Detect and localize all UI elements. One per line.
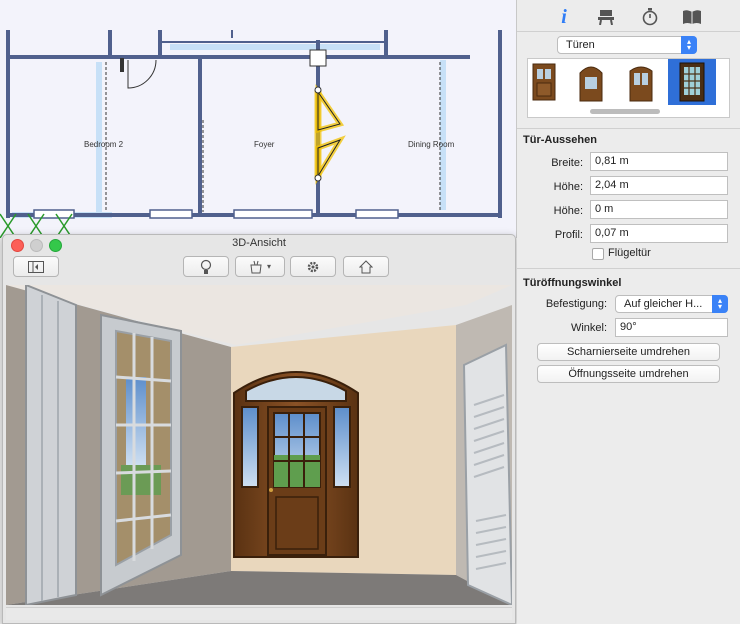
light-button[interactable] [183, 256, 229, 277]
chair-icon [598, 10, 614, 25]
tab-furniture[interactable] [595, 6, 617, 28]
tab-info[interactable]: i [553, 6, 575, 28]
furniture-menu-button[interactable]: ▾ [235, 256, 285, 277]
elevation-field[interactable]: 0 m [590, 200, 728, 219]
room-label-foyer[interactable]: Foyer [254, 140, 274, 149]
mount-select-value: Auf gleicher H... [624, 298, 703, 310]
flip-hinge-button[interactable]: Scharnierseite umdrehen [537, 343, 720, 361]
chevron-down-icon: ▾ [266, 262, 271, 271]
floor-plan-view[interactable]: Bedroom 2 Foyer Dining Room [0, 0, 517, 238]
info-icon: i [561, 5, 567, 28]
home-icon [359, 259, 373, 273]
door-thumbnail-2[interactable] [579, 66, 603, 102]
door-thumbnail-4[interactable] [668, 59, 716, 105]
3d-scene[interactable] [6, 285, 512, 605]
angle-field[interactable]: 90° [615, 318, 728, 337]
double-door-label: Flügeltür [608, 247, 651, 259]
door-thumbnail-3[interactable] [629, 66, 653, 102]
gear-icon [307, 261, 319, 272]
select-arrows-icon: ▴ ▾ [712, 295, 728, 313]
room-label-bedroom[interactable]: Bedroom 2 [84, 140, 123, 149]
category-select-value: Türen [566, 39, 595, 51]
sidebar-toggle-button[interactable] [13, 256, 59, 277]
3d-view-window: 3D-Ansicht ▾ [2, 234, 516, 624]
width-label: Breite: [551, 157, 583, 169]
select-arrows-icon: ▴ ▾ [681, 36, 697, 54]
furniture-basket-icon [250, 260, 262, 273]
door-thumbnail-strip[interactable] [527, 58, 730, 118]
door-thumbnail-1[interactable] [532, 63, 556, 101]
double-door-checkbox[interactable] [592, 248, 604, 260]
flip-opening-button[interactable]: Öffnungsseite umdrehen [537, 365, 720, 383]
width-field[interactable]: 0,81 m [590, 152, 728, 171]
room-label-dining[interactable]: Dining Room [408, 140, 454, 149]
settings-button[interactable] [290, 256, 336, 277]
horizontal-scrollbar[interactable] [6, 607, 512, 620]
mount-label: Befestigung: [545, 298, 607, 310]
mount-select[interactable]: Auf gleicher H... ▴ ▾ [615, 295, 728, 313]
height-field[interactable]: 2,04 m [590, 176, 728, 195]
window-title: 3D-Ansicht [232, 237, 286, 249]
inspector-panel: i Türen ▴ ▾ Tür-Aussehen Breite: 0,81 m … [517, 0, 740, 624]
elevation-label: Höhe: [553, 205, 583, 217]
sidebar-toggle-icon [28, 260, 44, 273]
tab-timer[interactable] [639, 6, 661, 28]
book-icon [683, 10, 701, 24]
tab-library[interactable] [681, 6, 703, 28]
opening-section-title: Türöffnungswinkel [523, 277, 622, 289]
height-label: Höhe: [553, 181, 583, 193]
light-bulb-icon [200, 259, 212, 274]
category-select[interactable]: Türen ▴ ▾ [557, 36, 697, 54]
profile-label: Profil: [554, 229, 583, 241]
profile-field[interactable]: 0,07 m [590, 224, 728, 243]
angle-label: Winkel: [570, 322, 607, 334]
thumbnail-scrollbar[interactable] [590, 109, 660, 114]
stopwatch-icon [642, 8, 658, 26]
appearance-section-title: Tür-Aussehen [523, 134, 597, 146]
floor-plan-canvas[interactable] [0, 0, 516, 238]
home-button[interactable] [343, 256, 389, 277]
